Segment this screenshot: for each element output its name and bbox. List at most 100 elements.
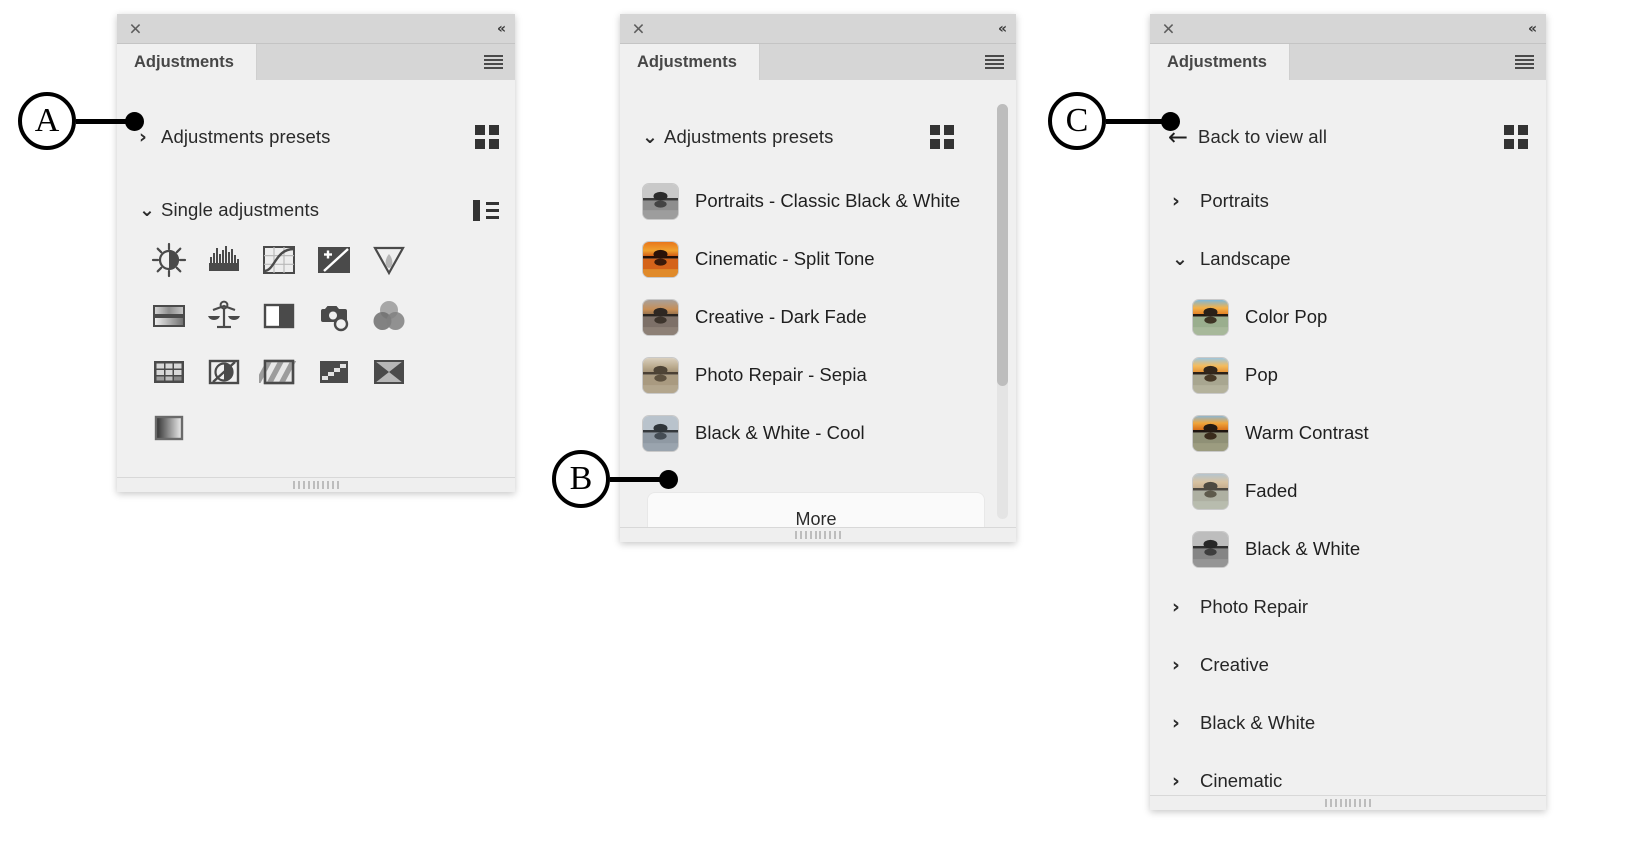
category-label: Portraits (1200, 190, 1269, 211)
category-row-landscape[interactable]: ⌄ Landscape (1150, 230, 1546, 288)
grid-view-icon[interactable] (930, 125, 954, 149)
hamburger-menu-icon[interactable] (1515, 55, 1534, 69)
collapse-panel-icon[interactable]: « (998, 21, 1007, 37)
hamburger-menu-icon[interactable] (985, 55, 1004, 69)
callout-a: A (18, 92, 144, 150)
chevron-right-icon[interactable]: › (1172, 713, 1200, 733)
adjustments-panel-c: ✕ « Adjustments ← Back to view all › Por… (1150, 14, 1546, 810)
panel-tabbar: Adjustments (1150, 44, 1546, 80)
more-button-panel-b[interactable]: More (648, 493, 984, 527)
chevron-down-icon[interactable]: ⌄ (139, 200, 161, 220)
section-label: Single adjustments (161, 199, 320, 220)
preset-label: Black & White (1245, 538, 1361, 559)
hamburger-menu-icon[interactable] (484, 55, 503, 69)
list-item[interactable]: Warm Contrast (1150, 404, 1546, 462)
tab-adjustments[interactable]: Adjustments (117, 44, 257, 80)
preset-thumbnail-bw-lake (642, 182, 679, 220)
panel-resize-grip[interactable] (117, 477, 515, 492)
callout-endpoint-dot (1161, 111, 1180, 131)
hue-saturation-icon[interactable] (149, 296, 204, 352)
threshold-icon[interactable] (314, 352, 369, 408)
invert-icon[interactable] (204, 352, 259, 408)
close-icon[interactable]: ✕ (128, 21, 143, 37)
adjustment-icons-grid (149, 240, 424, 464)
preset-label: Photo Repair - Sepia (695, 364, 867, 385)
exposure-icon[interactable] (314, 240, 369, 296)
presets-list: Portraits - Classic Black & White Cinema… (620, 172, 1016, 462)
back-to-view-all-panel-c[interactable]: ← Back to view all (1150, 117, 1546, 157)
list-item[interactable]: Faded (1150, 462, 1546, 520)
grid-view-icon[interactable] (1504, 125, 1528, 149)
tabbar-filler (760, 44, 1016, 80)
panel-titlebar: ✕ « (117, 14, 515, 44)
collapse-panel-icon[interactable]: « (497, 21, 506, 37)
callout-letter: B (552, 450, 610, 508)
channel-mixer-icon[interactable] (369, 296, 424, 352)
brightness-contrast-icon[interactable] (149, 240, 204, 296)
chevron-right-icon[interactable]: › (1172, 597, 1200, 617)
list-item[interactable]: Color Pop (1150, 288, 1546, 346)
list-item[interactable]: Photo Repair - Sepia (620, 346, 1016, 404)
close-icon[interactable]: ✕ (1161, 21, 1176, 37)
adjustments-presets-row-panel-b[interactable]: ⌄ Adjustments presets (620, 117, 1016, 157)
preset-thumbnail-faded-lake (1192, 472, 1229, 510)
callout-leader-line (1106, 118, 1164, 124)
preset-label: Faded (1245, 480, 1298, 501)
panel-titlebar: ✕ « (1150, 14, 1546, 44)
list-item[interactable]: Creative - Dark Fade (620, 288, 1016, 346)
list-item[interactable]: Pop (1150, 346, 1546, 404)
screenshot-stage: ✕ « Adjustments › Adjustments presets ⌄ … (0, 0, 1642, 855)
category-row-photo-repair[interactable]: › Photo Repair (1150, 578, 1546, 636)
chevron-right-icon[interactable]: › (1172, 771, 1200, 791)
selective-color-icon[interactable] (149, 408, 204, 464)
list-item[interactable]: Black & White (1150, 520, 1546, 578)
curves-icon[interactable] (259, 240, 314, 296)
preset-label: Pop (1245, 364, 1278, 385)
grip-icon (293, 481, 339, 489)
close-icon[interactable]: ✕ (631, 21, 646, 37)
panel-body: ⌄ Adjustments presets Portraits - Classi… (620, 80, 1016, 527)
tab-adjustments[interactable]: Adjustments (1150, 44, 1290, 80)
tab-adjustments[interactable]: Adjustments (620, 44, 760, 80)
color-balance-icon[interactable] (204, 296, 259, 352)
category-label: Black & White (1200, 712, 1316, 733)
list-item[interactable]: Black & White - Cool (620, 404, 1016, 462)
callout-b: B (552, 450, 678, 508)
vibrance-icon[interactable] (369, 240, 424, 296)
category-row-creative[interactable]: › Creative (1150, 636, 1546, 694)
callout-letter: C (1048, 92, 1106, 150)
grid-view-icon[interactable] (475, 125, 499, 149)
tabbar-filler (1290, 44, 1546, 80)
black-and-white-icon[interactable] (259, 296, 314, 352)
levels-icon[interactable] (204, 240, 259, 296)
list-view-icon[interactable] (473, 200, 499, 221)
photo-filter-icon[interactable] (314, 296, 369, 352)
chevron-down-icon[interactable]: ⌄ (1172, 249, 1200, 269)
scrollbar-thumb[interactable] (997, 104, 1008, 386)
single-adjustments-row[interactable]: ⌄ Single adjustments (117, 190, 515, 230)
list-item[interactable]: Portraits - Classic Black & White (620, 172, 1016, 230)
chevron-down-icon[interactable]: ⌄ (642, 127, 664, 147)
panel-resize-grip[interactable] (620, 527, 1016, 542)
callout-c: C (1048, 92, 1180, 150)
callout-leader-line (610, 476, 662, 482)
preset-thumbnail-cool-lake (642, 414, 679, 452)
color-lookup-icon[interactable] (149, 352, 204, 408)
panel-resize-grip[interactable] (1150, 795, 1546, 810)
category-row-black-and-white[interactable]: › Black & White (1150, 694, 1546, 752)
category-row-portraits[interactable]: › Portraits (1150, 172, 1546, 230)
chevron-right-icon[interactable]: › (1172, 191, 1200, 211)
chevron-right-icon[interactable]: › (1172, 655, 1200, 675)
list-item[interactable]: Cinematic - Split Tone (620, 230, 1016, 288)
panel-body: ← Back to view all › Portraits ⌄ Landsca… (1150, 80, 1546, 795)
collapse-panel-icon[interactable]: « (1528, 21, 1537, 37)
gradient-map-icon[interactable] (369, 352, 424, 408)
adjustments-presets-row-panel-a[interactable]: › Adjustments presets (117, 117, 515, 157)
posterize-icon[interactable] (259, 352, 314, 408)
category-row-cinematic[interactable]: › Cinematic (1150, 752, 1546, 795)
section-label: Adjustments presets (161, 126, 331, 147)
category-label: Photo Repair (1200, 596, 1308, 617)
tab-label: Adjustments (1167, 52, 1267, 71)
callout-letter: A (18, 92, 76, 150)
preset-label: Color Pop (1245, 306, 1328, 327)
